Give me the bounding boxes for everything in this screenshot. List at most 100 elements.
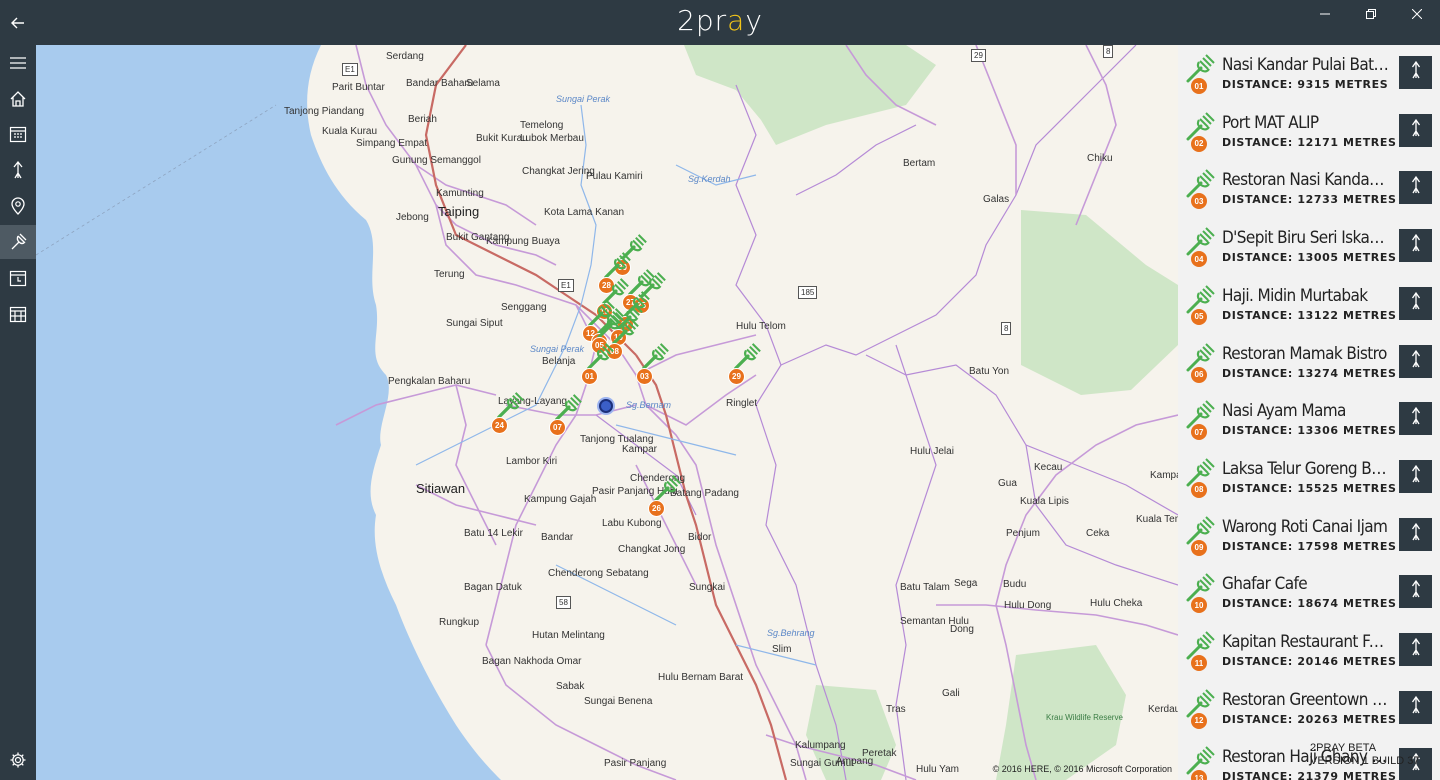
river-label: Sg.Behrang xyxy=(767,628,815,638)
sidebar-item-calendar[interactable] xyxy=(0,117,36,151)
restaurant-list-item[interactable]: 09 Warong Roti Canai Ijam DISTANCE: 17598 … xyxy=(1178,507,1440,565)
navigate-button[interactable] xyxy=(1399,690,1432,724)
sidebar-item-prayer-times[interactable] xyxy=(0,261,36,295)
place-label: Kampar xyxy=(622,444,658,455)
navigate-button[interactable] xyxy=(1399,517,1432,551)
restaurant-number-badge: 08 xyxy=(1191,481,1207,498)
restaurant-list-item[interactable]: 03 Restoran Nasi Kandar Pulai DISTANCE: 12… xyxy=(1178,160,1440,218)
place-label: Dong xyxy=(950,624,974,635)
user-location-dot xyxy=(599,399,613,413)
restaurant-distance: DISTANCE: 12171 METRES xyxy=(1222,135,1397,149)
place-label: Kampung Buaya xyxy=(486,236,560,247)
sidebar-item-food[interactable] xyxy=(0,225,36,259)
restaurant-list-item[interactable]: 04 D'Sepit Biru Seri Iskandar (Sidek Jaya… xyxy=(1178,218,1440,276)
place-label: Budu xyxy=(1003,579,1027,590)
navigate-button[interactable] xyxy=(1399,171,1432,205)
restaurant-list-item[interactable]: 06 Restoran Mamak Bistro DISTANCE: 13274 M… xyxy=(1178,334,1440,392)
restaurant-number-badge: 04 xyxy=(1191,251,1207,268)
place-label: Hutan Melintang xyxy=(532,630,605,641)
restaurant-list-item[interactable]: 02 Port MAT ALIP DISTANCE: 12171 METRES xyxy=(1178,103,1440,161)
sidebar-item-places[interactable] xyxy=(0,189,36,223)
home-icon xyxy=(10,91,26,107)
restaurant-list-item[interactable]: 10 Ghafar Cafe DISTANCE: 18674 METRES xyxy=(1178,564,1440,622)
place-label: Serdang xyxy=(386,51,424,62)
sidebar-item-home[interactable] xyxy=(0,82,36,116)
place-label: Tanjong Piandang xyxy=(284,106,365,117)
road-shield: E1 xyxy=(342,63,358,76)
restaurant-number-badge: 01 xyxy=(1191,78,1207,94)
place-label: Lambor Kiri xyxy=(506,456,558,467)
restaurant-distance: DISTANCE: 18674 METRES xyxy=(1222,597,1397,611)
restaurant-number-badge: 10 xyxy=(1191,597,1207,614)
restaurant-distance: DISTANCE: 13122 METRES xyxy=(1222,308,1397,322)
restaurant-distance: DISTANCE: 21379 METRES xyxy=(1222,770,1397,780)
place-label: Tras xyxy=(886,704,906,715)
restaurant-list-item[interactable]: 12 Restoran Greentown Salam Corner DISTANC… xyxy=(1178,680,1440,738)
navigate-button[interactable] xyxy=(1399,344,1432,378)
navigate-button[interactable] xyxy=(1399,286,1432,320)
road-shield: E1 xyxy=(558,279,574,292)
restaurant-name: Laksa Telur Goreng Bersarang xyxy=(1222,458,1390,479)
navigate-button[interactable] xyxy=(1399,459,1432,493)
river-label: Sungai Perak xyxy=(530,344,585,354)
place-label: Kalumpang xyxy=(795,740,846,751)
place-label: Hulu Cheka xyxy=(1090,598,1143,609)
navigate-button[interactable] xyxy=(1399,575,1432,609)
sidebar-item-settings[interactable] xyxy=(0,743,36,777)
restore-icon xyxy=(1366,9,1376,19)
place-label: Bertam xyxy=(903,158,936,169)
restore-button[interactable] xyxy=(1348,0,1394,28)
river-label: Sg.Bernam xyxy=(626,400,672,410)
sidebar-item-schedule[interactable] xyxy=(0,297,36,331)
title-bar: 2pray xyxy=(0,0,1440,45)
place-label: Sungai Benena xyxy=(584,696,653,707)
place-label: Slim xyxy=(772,644,792,655)
sidebar-item-menu[interactable] xyxy=(0,46,36,80)
compass-arrow-icon xyxy=(13,161,23,179)
minimize-button[interactable] xyxy=(1302,0,1348,28)
reserve-label: Krau Wildlife Reserve xyxy=(1046,713,1123,722)
navigate-button[interactable] xyxy=(1399,113,1432,147)
map-view[interactable]: E1 E1 185 29 8 8 58 Serdang Parit Buntar… xyxy=(36,45,1178,780)
restaurant-pin[interactable]: 26 xyxy=(648,500,665,517)
restaurant-name: Nasi Ayam Mama xyxy=(1222,401,1346,422)
restaurant-distance: DISTANCE: 17598 METRES xyxy=(1222,539,1397,553)
close-icon xyxy=(1412,9,1422,19)
place-label: Kuala Kurau xyxy=(322,126,378,137)
place-label: Sitiawan xyxy=(416,481,466,496)
navigate-button[interactable] xyxy=(1399,56,1432,89)
place-label: Bukit Kurau xyxy=(476,133,528,144)
navigate-button[interactable] xyxy=(1399,633,1432,666)
restaurant-distance: DISTANCE: 9315 METRES xyxy=(1222,78,1389,91)
navigate-arrow-icon xyxy=(1408,407,1424,430)
place-label: Temelong xyxy=(520,120,564,131)
place-label: Pasir Panjang xyxy=(604,758,667,769)
place-label: Hulu Telom xyxy=(736,321,786,332)
restaurant-number-badge: 11 xyxy=(1191,655,1207,671)
navigate-button[interactable] xyxy=(1399,402,1432,436)
restaurant-pin[interactable]: 24 xyxy=(491,417,508,434)
place-label: Changkat Jong xyxy=(618,544,686,555)
restaurant-list-item[interactable]: 07 Nasi Ayam Mama DISTANCE: 13306 METRES xyxy=(1178,391,1440,449)
restaurant-name: Restoran Greentown Salam Corner xyxy=(1222,689,1390,710)
restaurant-list-item[interactable]: 08 Laksa Telur Goreng Bersarang DISTANCE: … xyxy=(1178,449,1440,507)
restaurant-distance: DISTANCE: 15525 METRES xyxy=(1222,481,1397,495)
road-shield: 58 xyxy=(556,596,571,609)
navigate-arrow-icon xyxy=(1408,580,1424,603)
place-label: Labu Kubong xyxy=(602,518,662,529)
sidebar-item-qibla[interactable] xyxy=(0,153,36,187)
place-label: Hulu Dong xyxy=(1004,600,1052,611)
place-label: Ceka xyxy=(1086,528,1110,539)
restaurant-number-badge: 07 xyxy=(1191,424,1207,441)
restaurant-pin[interactable]: 29 xyxy=(728,368,745,385)
restaurant-pin[interactable]: 03 xyxy=(636,368,653,385)
navigate-button[interactable] xyxy=(1399,229,1432,263)
restaurant-list-item[interactable]: 05 Haji. Midin Murtabak DISTANCE: 13122 ME… xyxy=(1178,276,1440,334)
calendar-clock-icon xyxy=(9,270,27,287)
close-button[interactable] xyxy=(1394,0,1440,28)
restaurant-pin[interactable]: 07 xyxy=(549,419,566,436)
restaurant-list-item[interactable]: 11 Kapitan Restaurant Falim DISTANCE: 2014… xyxy=(1178,622,1440,680)
restaurant-list-item[interactable]: 01 Nasi Kandar Pulai Batu Gajah DISTANCE: … xyxy=(1178,45,1440,103)
restaurant-pin[interactable]: 01 xyxy=(581,368,598,385)
restaurant-list[interactable]: 01 Nasi Kandar Pulai Batu Gajah DISTANCE: … xyxy=(1178,45,1440,780)
